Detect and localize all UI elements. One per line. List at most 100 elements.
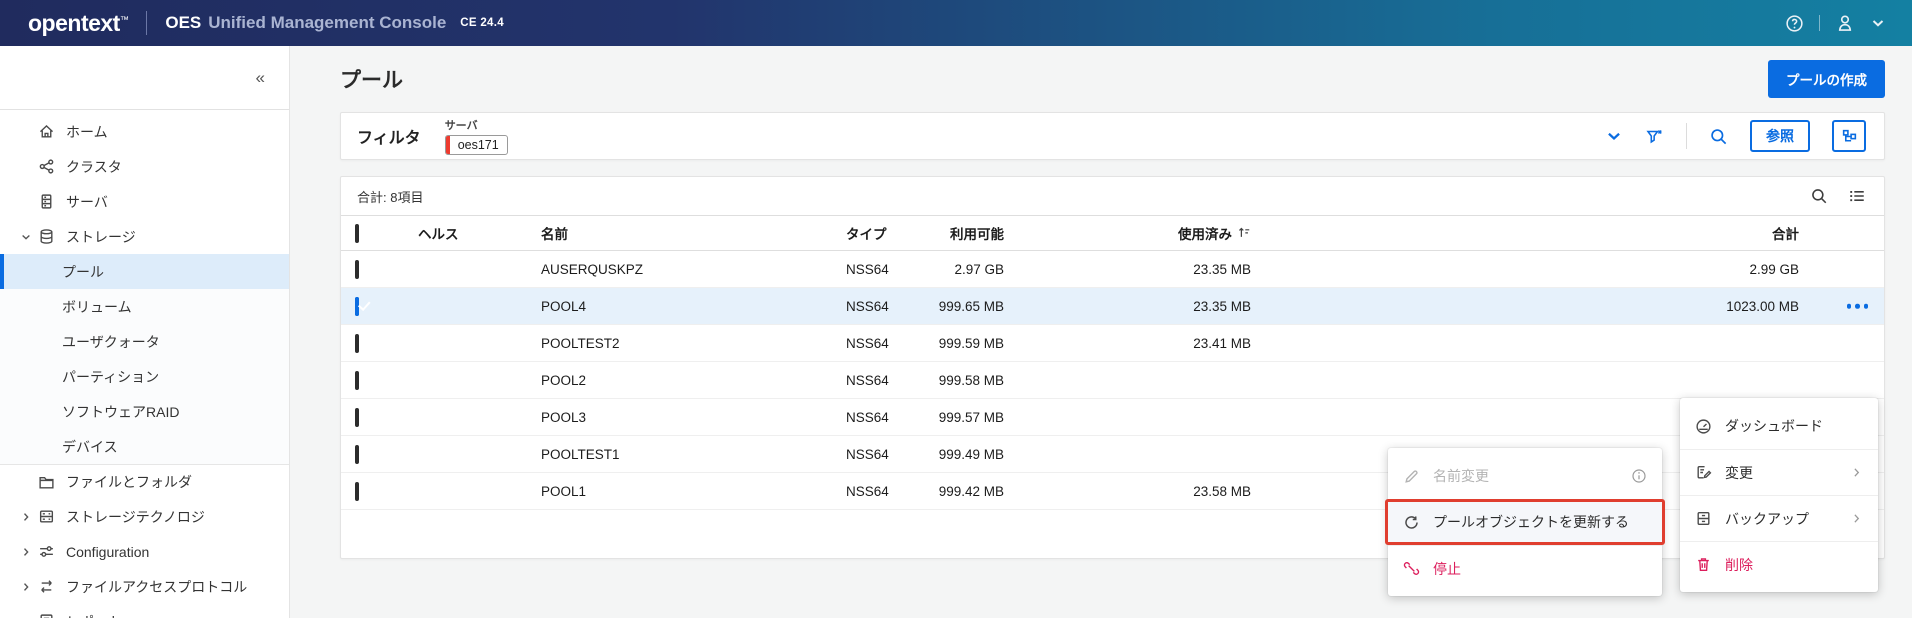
pool-name: POOL1	[541, 483, 587, 499]
menu-item-modify[interactable]: 変更	[1680, 449, 1878, 495]
chevron-right-icon	[14, 581, 38, 593]
sidebar-item-pool[interactable]: プール	[0, 254, 289, 289]
info-icon[interactable]	[1631, 468, 1647, 484]
user-icon[interactable]	[1835, 13, 1855, 33]
configuration-icon	[38, 543, 66, 560]
column-header-total[interactable]: 合計	[1251, 223, 1884, 243]
sidebar-collapse-button[interactable]: «	[256, 68, 265, 88]
server-filter-field: サーバ oes171	[444, 117, 508, 155]
product-name: OES	[165, 13, 202, 32]
sidebar-item-configuration[interactable]: Configuration	[0, 534, 289, 569]
menu-item-rename[interactable]: 名前変更	[1388, 453, 1662, 499]
opentext-logo: opentext™	[28, 9, 129, 36]
row-checkbox[interactable]	[355, 407, 359, 427]
pool-used: 23.35 MB	[1193, 298, 1251, 314]
pool-name: AUSERQUSKPZ	[541, 261, 644, 277]
filter-label: フィルタ	[357, 130, 421, 147]
server-filter-label: サーバ	[444, 120, 478, 132]
table-search-icon[interactable]	[1810, 187, 1828, 205]
user-menu-chevron-down-icon[interactable]	[1870, 15, 1886, 31]
column-header-name[interactable]: 名前	[541, 223, 846, 243]
search-icon[interactable]	[1709, 127, 1728, 146]
row-checkbox[interactable]	[355, 296, 359, 316]
pool-used: 23.58 MB	[1193, 483, 1251, 499]
sidebar-item-files-folders[interactable]: ファイルとフォルダ	[0, 464, 289, 499]
protocol-icon	[38, 578, 66, 595]
sidebar-item-cluster[interactable]: クラスタ	[0, 149, 289, 184]
browse-button[interactable]: 参照	[1750, 120, 1810, 152]
pool-type: NSS64	[846, 483, 889, 499]
sidebar-item-devices[interactable]: デバイス	[0, 429, 289, 464]
column-header-type[interactable]: タイプ	[846, 223, 911, 243]
pool-name: POOL2	[541, 372, 587, 388]
create-pool-button[interactable]: プールの作成	[1768, 60, 1885, 98]
table-row[interactable]: POOL2 NSS64 999.58 MB	[341, 362, 1884, 399]
table-row[interactable]: AUSERQUSKPZ NSS64 2.97 GB 23.35 MB 2.99 …	[341, 251, 1884, 288]
filter-bar: フィルタ サーバ oes171 参照	[340, 112, 1885, 160]
table-row[interactable]: POOL4 NSS64 999.65 MB 23.35 MB 1023.00 M…	[341, 288, 1884, 325]
menu-item-update-pool-object[interactable]: プールオブジェクトを更新する	[1385, 499, 1665, 545]
server-icon	[38, 193, 66, 210]
column-settings-icon[interactable]	[1848, 187, 1866, 205]
column-header-available[interactable]: 利用可能	[911, 223, 1004, 243]
row-action-menu: 名前変更 プールオブジェクトを更新する 停止	[1385, 448, 1665, 596]
cluster-icon	[38, 158, 66, 175]
filter-expand-chevron-down-icon[interactable]	[1605, 127, 1623, 145]
table-summary: 合計: 8項目	[357, 189, 424, 205]
pool-available: 999.42 MB	[938, 483, 1004, 499]
menu-item-deactivate[interactable]: 停止	[1388, 545, 1662, 591]
report-icon	[38, 613, 66, 618]
sort-ascending-icon[interactable]	[1237, 225, 1251, 242]
sidebar-item-user-quota[interactable]: ユーザクォータ	[0, 324, 289, 359]
help-icon[interactable]	[1785, 14, 1804, 33]
pool-total: 1023.00 MB	[1726, 298, 1799, 314]
column-header-health[interactable]: ヘルス	[396, 223, 541, 243]
product-suffix: Unified Management Console	[208, 13, 447, 32]
sidebar-item-partition[interactable]: パーティション	[0, 359, 289, 394]
server-filter-chip[interactable]: oes171	[444, 135, 508, 155]
header-divider	[146, 11, 148, 35]
backup-icon	[1695, 510, 1712, 527]
chevron-right-icon	[14, 511, 38, 523]
pool-total: 2.99 GB	[1749, 261, 1799, 277]
sidebar-item-volume[interactable]: ボリューム	[0, 289, 289, 324]
page-title: プール	[340, 69, 403, 92]
chevron-right-icon	[1850, 512, 1863, 525]
table-row[interactable]: POOL3 NSS64 999.57 MB	[341, 399, 1884, 436]
pool-type: NSS64	[846, 261, 889, 277]
pool-name: POOLTEST1	[541, 446, 620, 462]
sidebar-item-software-raid[interactable]: ソフトウェアRAID	[0, 394, 289, 429]
pool-available: 999.65 MB	[938, 298, 1004, 314]
menu-item-dashboard[interactable]: ダッシュボード	[1680, 403, 1878, 449]
main-content: プール プールの作成 フィルタ サーバ oes171 参照 合計: 8項目 ヘル…	[290, 46, 1912, 618]
pool-used: 23.35 MB	[1193, 261, 1251, 277]
home-icon	[38, 123, 66, 140]
menu-item-delete[interactable]: 削除	[1680, 541, 1878, 587]
sidebar-item-storage-technologies[interactable]: ストレージテクノロジ	[0, 499, 289, 534]
menu-item-backup[interactable]: バックアップ	[1680, 495, 1878, 541]
row-checkbox[interactable]	[355, 259, 359, 279]
row-checkbox[interactable]	[355, 333, 359, 353]
sidebar-item-home[interactable]: ホーム	[0, 114, 289, 149]
clear-filter-icon[interactable]	[1645, 127, 1664, 146]
chevron-right-icon	[1850, 466, 1863, 479]
row-more-options-icon[interactable]	[1846, 303, 1868, 309]
pool-type: NSS64	[846, 335, 889, 351]
sidebar-item-file-access-protocols[interactable]: ファイルアクセスプロトコル	[0, 569, 289, 604]
sidebar-item-reports[interactable]: レポート	[0, 604, 289, 618]
select-all-checkbox[interactable]	[355, 223, 359, 243]
row-checkbox[interactable]	[355, 370, 359, 390]
column-header-used[interactable]: 使用済み	[1004, 223, 1251, 243]
pool-name: POOL3	[541, 409, 587, 425]
sidebar-item-server[interactable]: サーバ	[0, 184, 289, 219]
pool-used: 23.41 MB	[1193, 335, 1251, 351]
row-checkbox[interactable]	[355, 444, 359, 464]
table-row[interactable]: POOLTEST2 NSS64 999.59 MB 23.41 MB	[341, 325, 1884, 362]
tree-view-button[interactable]	[1832, 120, 1866, 152]
row-checkbox[interactable]	[355, 481, 359, 501]
folder-icon	[38, 474, 66, 491]
pool-available: 999.59 MB	[938, 335, 1004, 351]
pool-type: NSS64	[846, 446, 889, 462]
sidebar-item-storage[interactable]: ストレージ	[0, 219, 289, 254]
app-header: opentext™ OES Unified Management Console…	[0, 0, 1912, 46]
